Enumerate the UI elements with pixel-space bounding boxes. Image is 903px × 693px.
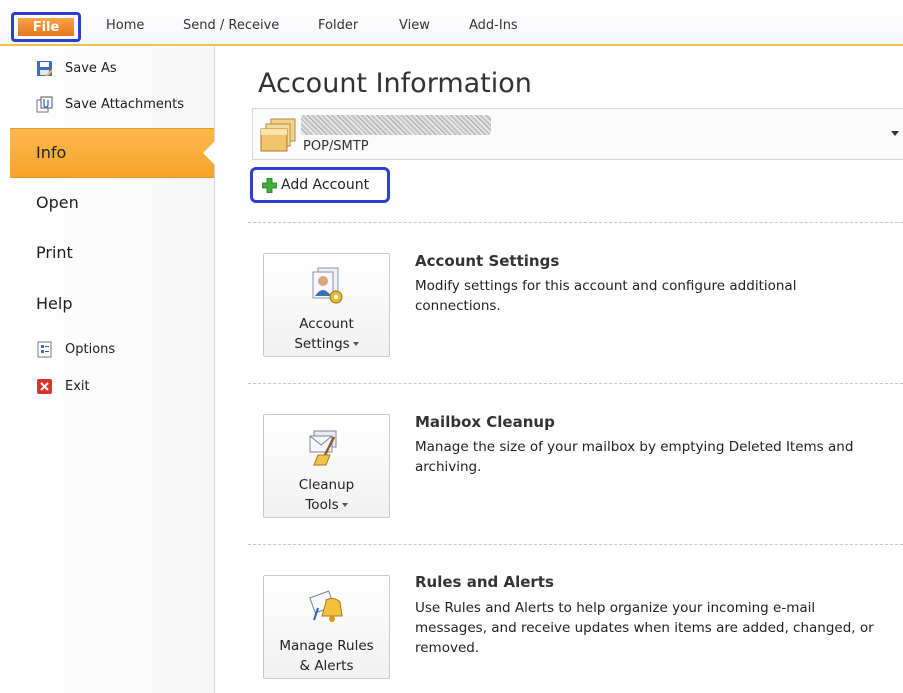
divider [248, 222, 903, 223]
divider [248, 383, 903, 384]
save-attachments-icon [36, 96, 53, 113]
section-desc-mailbox-cleanup: Manage the size of your mailbox by empty… [415, 439, 854, 475]
cleanup-tools-button[interactable]: Cleanup Tools [263, 414, 390, 518]
manage-rules-alerts-button[interactable]: Manage Rules & Alerts [263, 575, 390, 679]
section-desc-account-settings: Modify settings for this account and con… [415, 278, 797, 314]
save-as-label: Save As [65, 61, 117, 76]
account-selector[interactable]: POP/SMTP [252, 108, 903, 160]
button-line-1: Cleanup [298, 477, 355, 493]
account-settings-button[interactable]: Account Settings [263, 253, 390, 357]
add-account-label: Add Account [281, 177, 370, 193]
account-type: POP/SMTP [303, 139, 369, 154]
green-plus-icon [261, 177, 278, 193]
options-button[interactable]: Options [36, 341, 115, 358]
dropdown-arrow-icon[interactable] [891, 131, 899, 136]
nav-info-label: Info [36, 143, 67, 162]
nav-open[interactable]: Open [36, 193, 79, 212]
mail-account-icon [259, 117, 299, 153]
button-line-1: Manage Rules [279, 638, 374, 654]
button-line-1: Account [299, 316, 354, 332]
cleanup-tools-button-label: Cleanup Tools [264, 475, 389, 515]
chevron-down-icon [352, 342, 359, 346]
nav-help[interactable]: Help [36, 294, 72, 313]
tab-file-label: File [18, 18, 74, 36]
tab-send-receive[interactable]: Send / Receive [183, 18, 279, 33]
account-settings-button-label: Account Settings [264, 314, 389, 354]
nav-print[interactable]: Print [36, 243, 73, 262]
button-line-2: & Alerts [299, 658, 354, 674]
account-name-obscured [301, 115, 491, 135]
section-heading-rules-alerts: Rules and Alerts [415, 573, 554, 591]
account-settings-icon [304, 266, 350, 306]
exit-button[interactable]: Exit [36, 378, 90, 395]
save-attachments-label: Save Attachments [65, 97, 185, 112]
selection-notch [203, 141, 215, 165]
save-attachments-button[interactable]: Save Attachments [36, 96, 184, 113]
exit-label: Exit [65, 379, 90, 394]
button-line-2: Settings [294, 336, 350, 352]
exit-icon [36, 378, 53, 395]
manage-rules-alerts-button-label: Manage Rules & Alerts [264, 636, 389, 676]
rules-alerts-icon [304, 588, 350, 628]
section-heading-mailbox-cleanup: Mailbox Cleanup [415, 413, 555, 431]
tab-folder[interactable]: Folder [318, 18, 358, 33]
add-account-button[interactable]: Add Account [250, 167, 390, 203]
save-as-button[interactable]: Save As [36, 60, 117, 77]
tab-file[interactable]: File [11, 12, 81, 42]
chevron-down-icon [341, 503, 348, 507]
options-icon [36, 341, 53, 358]
backstage-nav: Save As Save Attachments Info Open Print… [10, 46, 215, 693]
options-label: Options [65, 342, 116, 357]
button-line-2: Tools [305, 497, 339, 513]
ribbon-tab-bar: File Home Send / Receive Folder View Add… [0, 8, 903, 46]
tab-view[interactable]: View [399, 18, 430, 33]
tab-home[interactable]: Home [106, 18, 144, 33]
divider [248, 544, 903, 545]
page-title: Account Information [258, 68, 532, 99]
nav-info[interactable]: Info [10, 128, 215, 178]
tab-add-ins[interactable]: Add-Ins [469, 18, 518, 33]
section-heading-account-settings: Account Settings [415, 252, 560, 270]
cleanup-tools-icon [304, 427, 350, 467]
section-desc-rules-alerts: Use Rules and Alerts to help organize yo… [415, 600, 874, 656]
save-as-icon [36, 60, 53, 77]
